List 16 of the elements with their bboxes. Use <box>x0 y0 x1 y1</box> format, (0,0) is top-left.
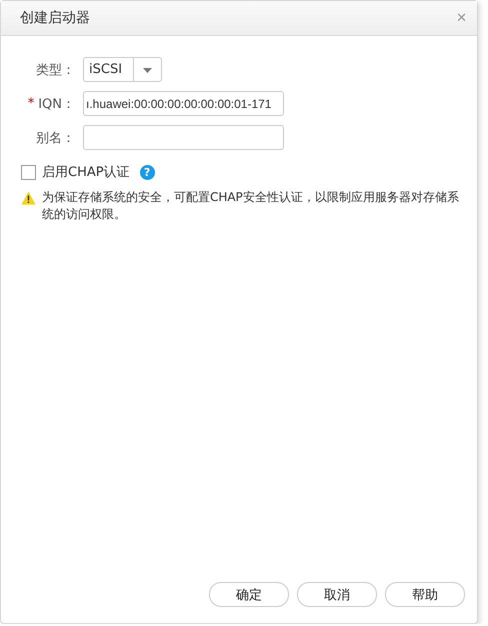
dialog-button[interactable]: 取消 <box>297 582 377 607</box>
field-label: 别名： <box>36 130 75 146</box>
required-mark: * <box>28 96 34 111</box>
window-title: 创建启动器 <box>20 9 90 27</box>
dialog-button[interactable]: 帮助 <box>385 582 465 607</box>
checkbox[interactable] <box>21 164 36 180</box>
warning-text: 为保证存储系统的安全，可配置CHAP安全性认证，以限制应用服务器对存储系统的访问权限。 <box>42 189 460 223</box>
checkbox-label: 启用CHAP认证 <box>42 164 130 181</box>
type-select[interactable]: iSCSI <box>83 57 162 82</box>
caret-icon <box>143 68 152 73</box>
warning-icon <box>21 191 36 205</box>
field-label: IQN： <box>38 96 75 112</box>
dialog-button[interactable]: 确定 <box>209 582 289 607</box>
field-label: 类型： <box>36 62 75 78</box>
input-field[interactable] <box>83 125 284 150</box>
input-field[interactable]: ı.huawei:00:00:00:00:00:00:01-171 <box>83 91 284 116</box>
